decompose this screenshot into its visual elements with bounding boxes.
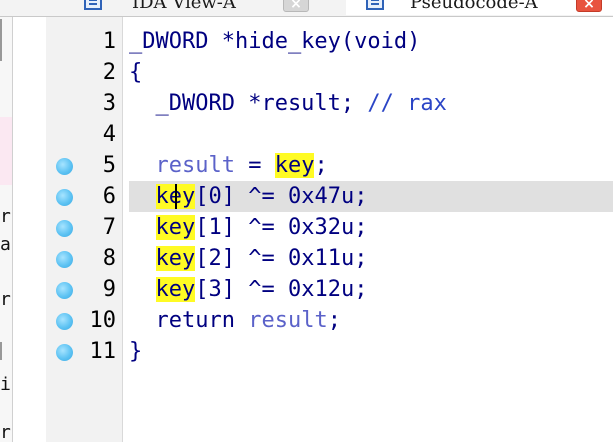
- code-line[interactable]: 2{: [0, 57, 613, 88]
- code-text: }: [129, 336, 142, 367]
- comment-token: // rax: [367, 91, 447, 116]
- line-number: 11: [89, 339, 117, 364]
- code-line[interactable]: 6 key[0] ^= 0x47u;: [0, 181, 613, 212]
- code-text: key[3] ^= 0x12u;: [129, 274, 367, 305]
- line-number: 3: [102, 91, 116, 116]
- tab-ida-view-label: IDA View-A: [132, 0, 236, 13]
- line-number: 5: [102, 153, 116, 178]
- tab-bar: IDA View-A × Pseudocode-A ×: [0, 0, 613, 17]
- close-icon[interactable]: ×: [283, 0, 309, 12]
- code-token: [2] ^= 0x11u;: [195, 246, 368, 271]
- code-line[interactable]: 8 key[2] ^= 0x11u;: [0, 243, 613, 274]
- code-token: [0] ^= 0x47u;: [195, 184, 368, 209]
- code-token: {: [129, 60, 143, 85]
- breakpoint-dot-icon[interactable]: [56, 313, 73, 330]
- code-text: key[0] ^= 0x47u;: [129, 181, 367, 212]
- code-line[interactable]: 10 return result;: [0, 305, 613, 336]
- tab-ida-view[interactable]: IDA View-A ×: [66, 0, 316, 15]
- line-number: 10: [89, 308, 117, 333]
- code-text: key[1] ^= 0x32u;: [129, 212, 367, 243]
- variable-token: result: [155, 153, 235, 178]
- code-line[interactable]: 7 key[1] ^= 0x32u;: [0, 212, 613, 243]
- breakpoint-dot-icon[interactable]: [56, 344, 73, 361]
- pseudocode-window-icon: [366, 0, 384, 10]
- highlighted-identifier: key: [155, 215, 196, 240]
- code-token: =: [234, 153, 275, 178]
- line-number: 1: [102, 29, 116, 54]
- variable-token: result: [248, 308, 328, 333]
- line-number: 7: [102, 215, 116, 240]
- code-text: return result;: [129, 305, 341, 336]
- code-token: }: [129, 339, 143, 364]
- code-token: _DWORD *hide_key(void): [129, 29, 421, 54]
- code-line[interactable]: 5 result = key;: [0, 150, 613, 181]
- breakpoint-dot-icon[interactable]: [56, 251, 73, 268]
- line-number: 9: [102, 277, 116, 302]
- code-token: _DWORD *result;: [129, 91, 368, 116]
- line-number: 2: [102, 60, 116, 85]
- breakpoint-dot-icon[interactable]: [56, 282, 73, 299]
- line-number: 8: [102, 246, 116, 271]
- code-token: [1] ^= 0x32u;: [195, 215, 368, 240]
- code-line[interactable]: 3 _DWORD *result; // rax: [0, 88, 613, 119]
- code-text: _DWORD *hide_key(void): [129, 26, 420, 57]
- tab-pseudocode[interactable]: Pseudocode-A ×: [346, 0, 613, 15]
- breakpoint-dot-icon[interactable]: [56, 158, 73, 175]
- disassembly-window-icon: [84, 0, 102, 10]
- close-icon[interactable]: ×: [576, 0, 602, 12]
- line-number: 4: [102, 122, 116, 147]
- side-panel-text: r: [0, 422, 11, 443]
- code-token: return: [129, 308, 249, 333]
- code-line[interactable]: 11}: [0, 336, 613, 367]
- breakpoint-dot-icon[interactable]: [56, 220, 73, 237]
- code-line[interactable]: 4: [0, 119, 613, 150]
- code-line[interactable]: 9 key[3] ^= 0x12u;: [0, 274, 613, 305]
- highlighted-identifier: key: [274, 153, 315, 178]
- code-text: _DWORD *result; // rax: [129, 88, 447, 119]
- text-caret: [175, 184, 177, 209]
- highlighted-identifier: key: [155, 277, 196, 302]
- code-token: ;: [327, 308, 341, 333]
- tab-pseudocode-label: Pseudocode-A: [410, 0, 538, 13]
- line-number: 6: [102, 184, 116, 209]
- code-token: [3] ^= 0x12u;: [195, 277, 368, 302]
- code-line[interactable]: 1 _DWORD *hide_key(void): [0, 26, 613, 57]
- code-text: key[2] ^= 0x11u;: [129, 243, 367, 274]
- highlighted-identifier: key: [155, 246, 196, 271]
- side-panel-text: i: [0, 374, 11, 395]
- breakpoint-dot-icon[interactable]: [56, 189, 73, 206]
- code-text: result = key;: [129, 150, 328, 181]
- code-text: {: [129, 57, 142, 88]
- code-token: ;: [314, 153, 328, 178]
